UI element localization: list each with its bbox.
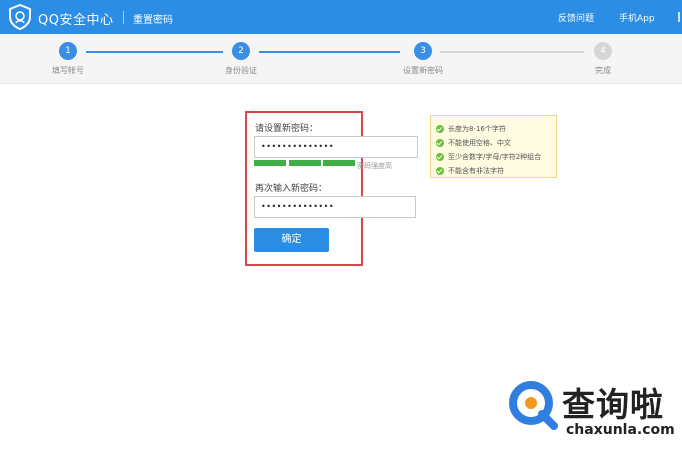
rule-text: 不能使用空格、中文 [448, 138, 511, 147]
page-title: 重置密码 [133, 15, 173, 26]
step-3-circle: 3 [414, 42, 432, 60]
step-4-label: 完成 [595, 66, 611, 75]
confirm-button[interactable]: 确定 [254, 228, 329, 252]
strength-bar-3 [323, 160, 355, 166]
step-2-circle: 2 [232, 42, 250, 60]
rule-text: 不能含有非法字符 [448, 166, 504, 175]
check-icon [436, 166, 444, 175]
strength-bar-2 [289, 160, 321, 166]
brand-title: QQ安全中心 [38, 13, 114, 28]
new-password-label: 请设置新密码： [255, 124, 319, 134]
rule-text: 长度为8-16个字符 [448, 124, 506, 133]
new-password-input[interactable]: •••••••••••••• [254, 136, 418, 158]
shield-logo-icon [9, 4, 31, 30]
watermark-domain: chaxunla.com [566, 422, 675, 438]
rule-text: 至少含数字/字母/字符2种组合 [448, 152, 542, 161]
step-1-label: 填写帐号 [52, 66, 84, 75]
progress-steps: 1 2 3 4 填写帐号 身份验证 设置新密码 完成 [0, 34, 682, 84]
header-clipped-item [678, 12, 680, 22]
confirm-password-input[interactable]: •••••••••••••• [254, 196, 416, 218]
step-3-label: 设置新密码 [403, 66, 443, 75]
step-connector-2 [259, 51, 400, 53]
step-2-label: 身份验证 [225, 66, 257, 75]
feedback-link[interactable]: 反馈问题 [558, 11, 594, 24]
step-1-circle: 1 [59, 42, 77, 60]
mobile-app-link[interactable]: 手机App [619, 11, 655, 24]
check-icon [436, 138, 444, 147]
password-rules-tooltip: 长度为8-16个字符 不能使用空格、中文 至少含数字/字母/字符2种组合 不能含… [430, 115, 557, 178]
watermark-title: 查询啦 [562, 385, 664, 424]
step-connector-1 [86, 51, 223, 53]
strength-bar-1 [254, 160, 286, 166]
rule-item: 长度为8-16个字符 [436, 123, 506, 134]
check-icon [436, 152, 444, 161]
rule-item: 不能含有非法字符 [436, 165, 504, 176]
watermark-search-icon [509, 381, 558, 430]
step-connector-3 [440, 51, 584, 53]
check-icon [436, 124, 444, 133]
confirm-password-label: 再次输入新密码： [255, 184, 328, 194]
top-header: QQ安全中心 重置密码 反馈问题 手机App [0, 0, 682, 34]
header-divider [123, 11, 124, 24]
password-strength-label: 密码强度高 [357, 162, 392, 170]
rule-item: 至少含数字/字母/字符2种组合 [436, 151, 541, 162]
rule-item: 不能使用空格、中文 [436, 137, 511, 148]
step-4-circle: 4 [594, 42, 612, 60]
